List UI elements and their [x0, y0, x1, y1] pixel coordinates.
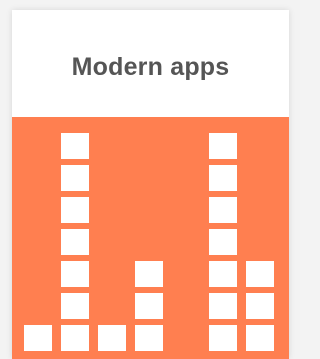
- bar-block: [61, 133, 89, 159]
- bar-block: [209, 293, 237, 319]
- bar-block: [24, 325, 52, 351]
- bar-block: [61, 261, 89, 287]
- bar-block: [246, 293, 274, 319]
- card-title: Modern apps: [71, 53, 230, 81]
- bar-block: [209, 261, 237, 287]
- bar-block: [61, 325, 89, 351]
- bar-block: [246, 261, 274, 287]
- bar-block: [61, 293, 89, 319]
- bar-block: [209, 133, 237, 159]
- bar-block: [209, 229, 237, 255]
- bar-block: [209, 325, 237, 351]
- bar-block: [98, 325, 126, 351]
- card-header: Modern apps: [12, 10, 289, 117]
- bar-block: [209, 197, 237, 223]
- tile-illustration: [12, 117, 289, 359]
- bar-block: [135, 261, 163, 287]
- bar-block: [135, 293, 163, 319]
- bar-block: [246, 325, 274, 351]
- bar-block: [135, 325, 163, 351]
- bar-block: [61, 197, 89, 223]
- bar-block: [61, 165, 89, 191]
- bar-block: [209, 165, 237, 191]
- modern-apps-card[interactable]: Modern apps: [12, 10, 289, 359]
- bar-block: [61, 229, 89, 255]
